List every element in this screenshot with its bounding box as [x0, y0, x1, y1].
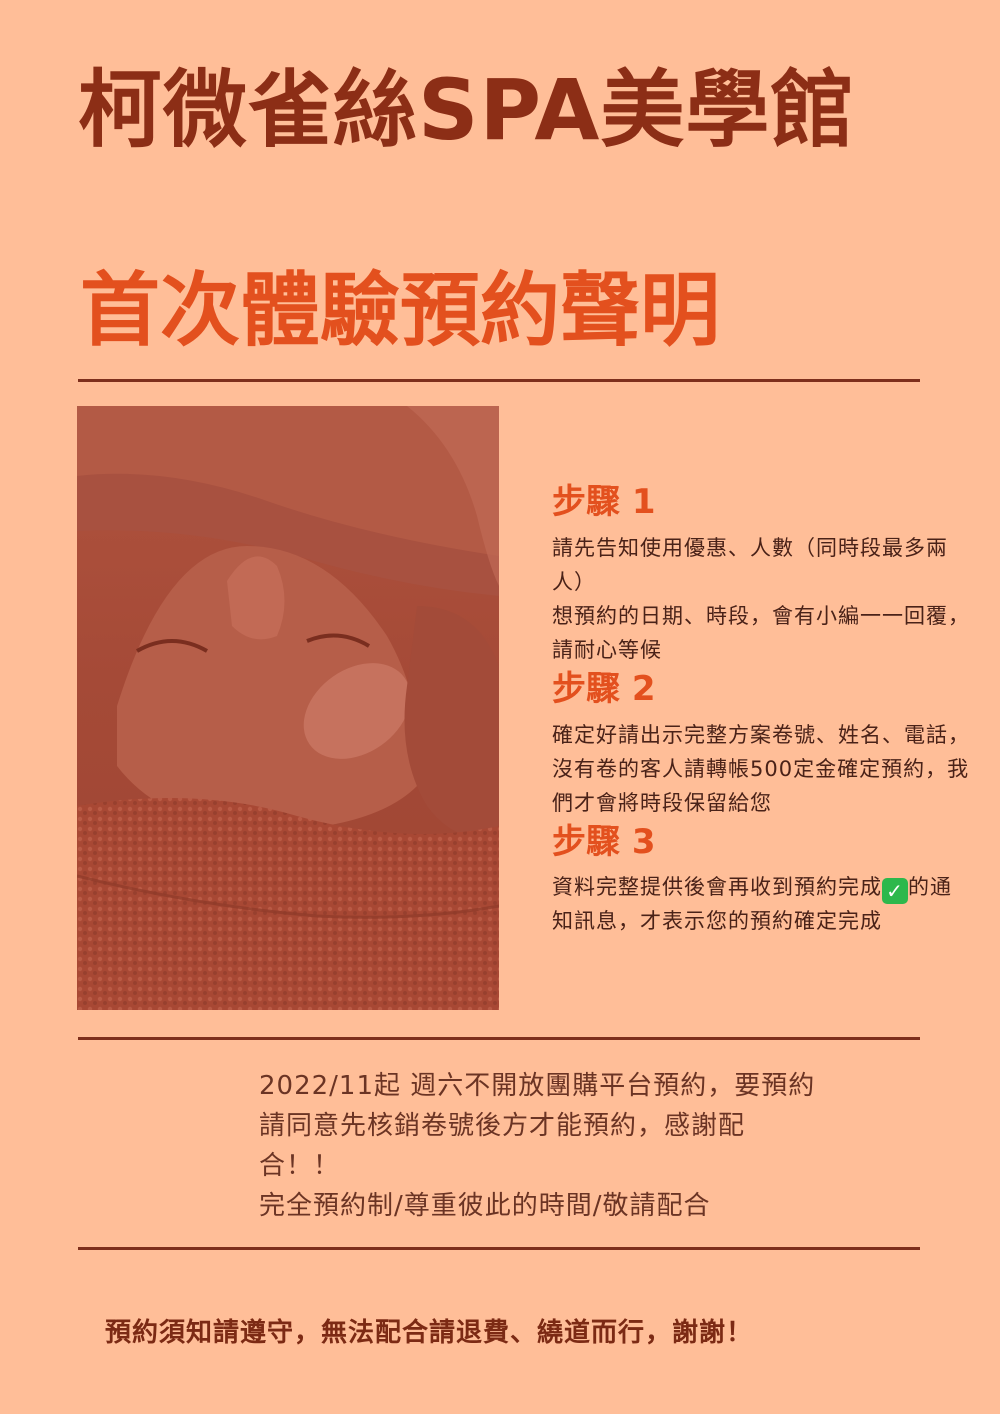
step-3-body-start: 資料完整提供後會再收到預約完成 [552, 875, 882, 900]
check-mark-icon: ✓ [882, 878, 908, 905]
footer-note: 預約須知請遵守，無法配合請退費、繞道而行，謝謝！ [105, 1318, 754, 1348]
step-2-body: 確定好請出示完整方案卷號、姓名、電話，沒有卷的客人請轉帳500定金確定預約，我們… [552, 722, 970, 815]
step-1-title: 步驟 1 [552, 482, 656, 522]
step-1: 步驟 1 請先告知使用優惠、人數（同時段最多兩人） 想預約的日期、時段，會有小編… [552, 482, 972, 667]
step-3: 步驟 3 資料完整提供後會再收到預約完成 ✓ 的通知訊息，才表示您的預約確定完成 [552, 822, 972, 939]
divider-middle [78, 1037, 920, 1040]
facial-massage-photo [77, 406, 499, 1010]
steps-section: 步驟 1 請先告知使用優惠、人數（同時段最多兩人） 想預約的日期、時段，會有小編… [552, 482, 972, 940]
divider-top [78, 379, 920, 382]
step-2-title: 步驟 2 [552, 668, 656, 709]
step-2: 步驟 2 確定好請出示完整方案卷號、姓名、電話，沒有卷的客人請轉帳500定金確定… [552, 669, 972, 820]
step-1-body: 請先告知使用優惠、人數（同時段最多兩人） 想預約的日期、時段，會有小編一一回覆，… [552, 535, 970, 662]
notice-title-heading: 首次體驗預約聲明 [80, 264, 720, 357]
booking-policy-text: 2022/11起 週六不開放團購平台預約，要預約請同意先核銷卷號後方才能預約，感… [259, 1071, 816, 1221]
divider-bottom [78, 1247, 920, 1250]
step-3-body: 資料完整提供後會再收到預約完成 ✓ 的通知訊息，才表示您的預約確定完成 [552, 870, 972, 938]
shop-name-heading: 柯微雀絲SPA美學館 [78, 61, 856, 159]
step-3-title: 步驟 3 [552, 821, 656, 862]
